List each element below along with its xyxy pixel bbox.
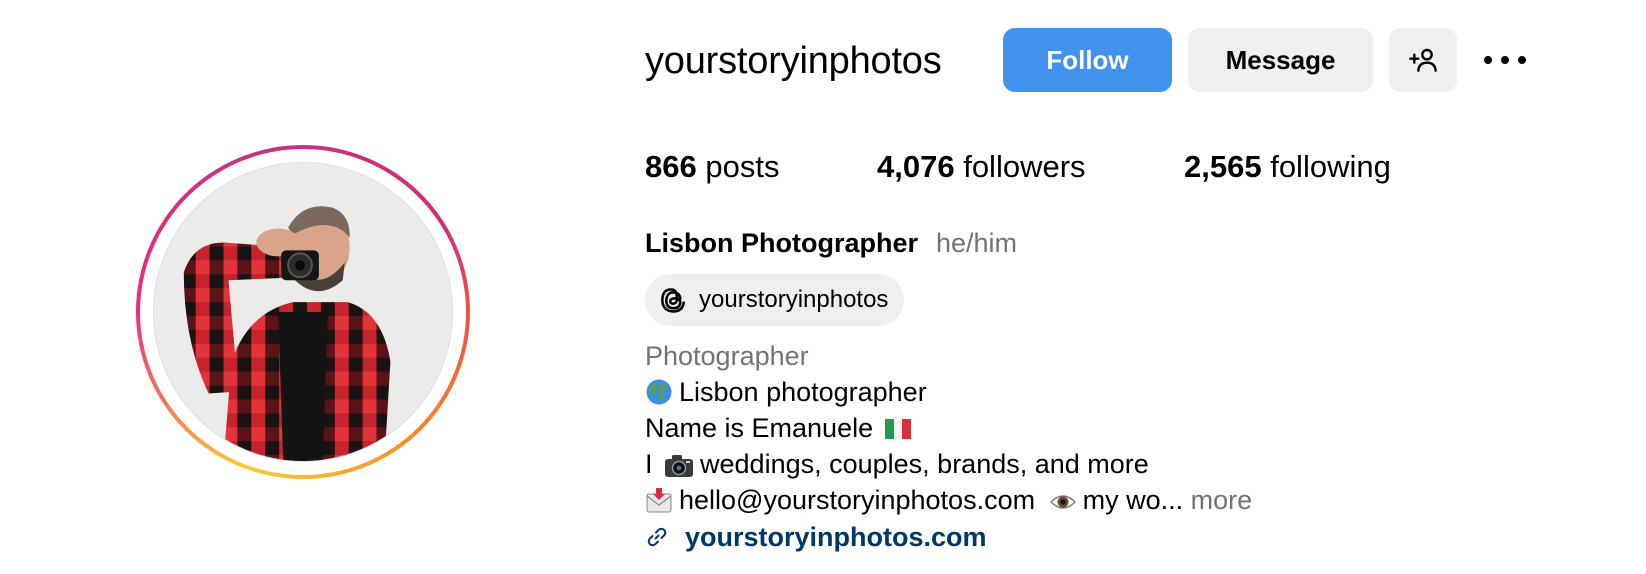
link-icon <box>647 527 667 547</box>
threads-badge[interactable]: yourstoryinphotos <box>645 274 905 326</box>
following-stat[interactable]: 2,565 following <box>1184 146 1391 188</box>
following-label: following <box>1270 149 1391 184</box>
camera-icon <box>665 455 694 477</box>
globe-icon <box>646 379 672 405</box>
profile-category: Photographer <box>645 341 809 371</box>
italy-flag-icon <box>884 419 911 439</box>
inbox-envelope-icon <box>646 488 672 513</box>
profile-username: yourstoryinphotos <box>645 40 942 82</box>
threads-icon <box>661 288 685 313</box>
followers-stat[interactable]: 4,076 followers <box>877 146 1086 188</box>
posts-label: posts <box>705 149 780 184</box>
posts-count: 866 <box>645 149 697 184</box>
profile-avatar[interactable] <box>153 162 453 462</box>
bio-line-2: Name is Emanuele <box>645 410 917 446</box>
bio-line-3-prefix: I <box>645 449 653 479</box>
full-name: Lisbon Photographer <box>645 228 918 258</box>
story-ring[interactable] <box>136 145 470 479</box>
person-add-icon <box>1409 48 1437 72</box>
email-text: hello@yourstoryinphotos.com <box>679 485 1036 515</box>
following-count: 2,565 <box>1184 149 1262 184</box>
followers-label: followers <box>963 149 1086 184</box>
bio-line-4-rest: my wo... <box>1082 485 1184 515</box>
message-button[interactable]: Message <box>1188 28 1373 92</box>
full-name-row: Lisbon Photographer he/him <box>645 225 1017 261</box>
avatar-ring-inner <box>140 149 466 475</box>
bio-line-3: I weddings, couples, brands, and more <box>645 446 1149 482</box>
bio-line-2-text: Name is Emanuele <box>645 413 874 443</box>
threads-handle: yourstoryinphotos <box>699 286 889 313</box>
bio-line-1: Lisbon photographer <box>645 374 927 410</box>
similar-accounts-button[interactable] <box>1389 28 1457 92</box>
bio-line-3-text: weddings, couples, brands, and more <box>700 449 1149 479</box>
bio-line-4: hello@yourstoryinphotos.com my wo... mor… <box>645 482 1252 518</box>
followers-count: 4,076 <box>877 149 955 184</box>
more-options-button[interactable] <box>1481 44 1529 76</box>
eye-icon <box>1049 495 1076 509</box>
ellipsis-icon <box>1484 56 1526 64</box>
posts-count-stat: 866 posts <box>645 146 779 188</box>
follow-button[interactable]: Follow <box>1003 28 1172 92</box>
website-row[interactable]: yourstoryinphotos.com <box>645 519 987 555</box>
website-link[interactable]: yourstoryinphotos.com <box>685 519 987 555</box>
bio-line-1-text: Lisbon photographer <box>679 377 927 407</box>
bio-more-link[interactable]: more <box>1191 485 1253 515</box>
pronouns: he/him <box>936 228 1018 258</box>
avatar-photo <box>154 163 452 461</box>
